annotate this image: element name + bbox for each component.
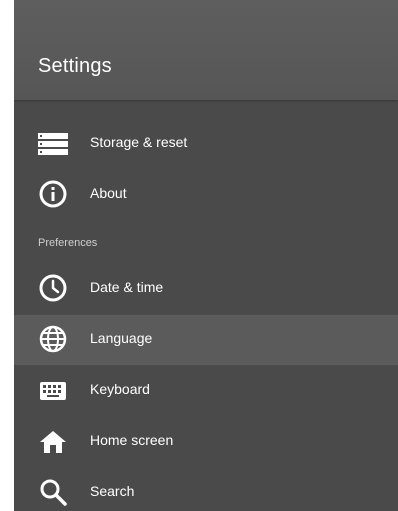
- app-header: Settings: [14, 0, 398, 100]
- list-item-label: About: [90, 185, 127, 201]
- section-header-preferences: Preferences: [38, 237, 98, 249]
- list-item-search[interactable]: Search: [14, 468, 398, 511]
- globe-icon: [38, 325, 68, 353]
- list-item-storage-reset[interactable]: Storage & reset: [14, 119, 398, 169]
- list-item-language[interactable]: Language: [14, 315, 398, 365]
- list-item-label: Storage & reset: [90, 134, 188, 150]
- list-item-home-screen[interactable]: Home screen: [14, 417, 398, 467]
- list-item-about[interactable]: About: [14, 170, 398, 220]
- list-item-date-time[interactable]: Date & time: [14, 264, 398, 314]
- list-item-label: Home screen: [90, 432, 174, 448]
- storage-icon: [38, 131, 68, 157]
- settings-screen: Storage & reset About Preferences Date &…: [14, 0, 398, 511]
- home-icon: [38, 429, 68, 455]
- list-item-label: Language: [90, 330, 153, 346]
- list-item-label: Keyboard: [90, 381, 150, 397]
- list-item-label: Search: [90, 483, 135, 499]
- list-item-keyboard[interactable]: Keyboard: [14, 366, 398, 416]
- search-icon: [38, 479, 68, 506]
- list-item-label: Date & time: [90, 279, 164, 295]
- keyboard-icon: [38, 378, 68, 404]
- info-icon: [38, 180, 68, 208]
- clock-icon: [38, 274, 68, 302]
- page-title: Settings: [38, 55, 112, 77]
